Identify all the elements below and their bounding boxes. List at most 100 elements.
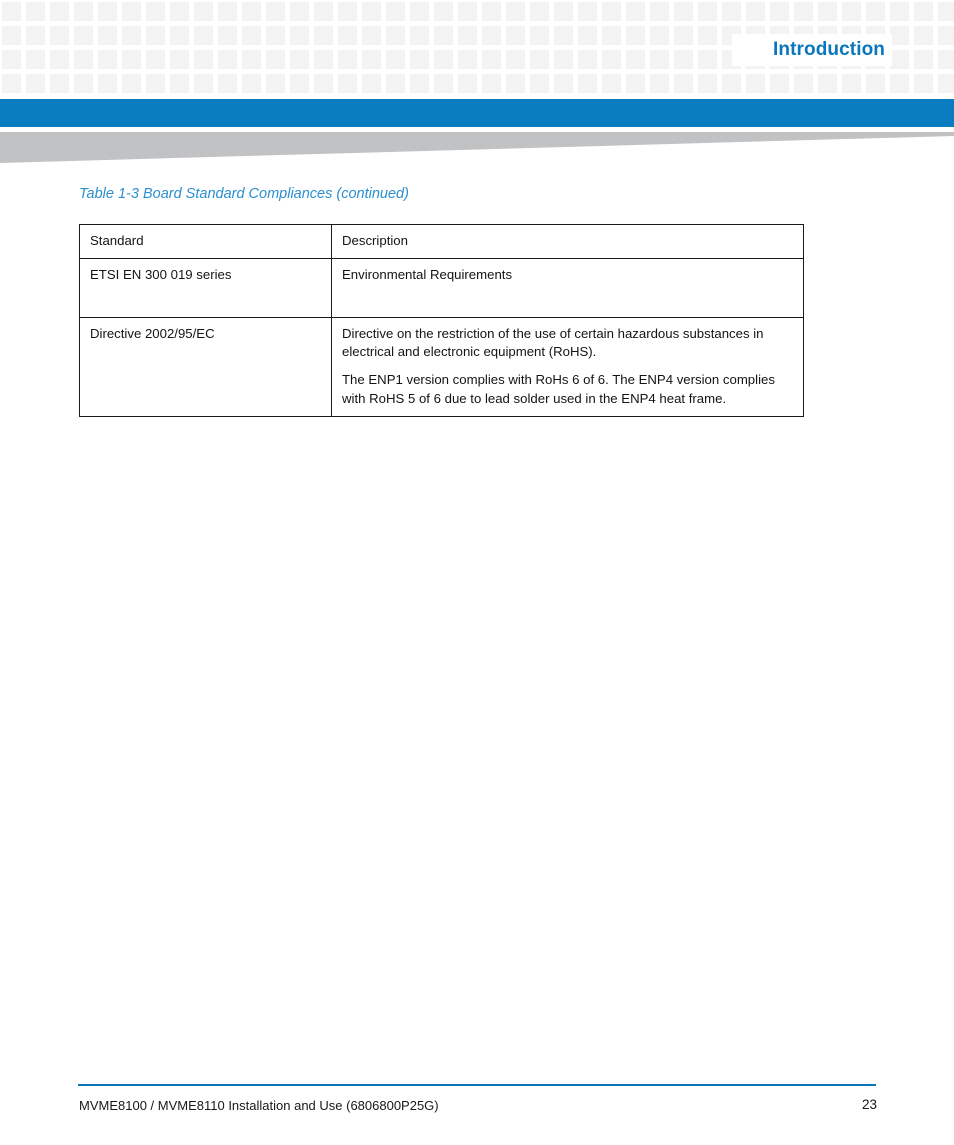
header-square <box>866 2 885 21</box>
header-square <box>650 50 669 69</box>
header-square <box>26 50 45 69</box>
cell-paragraph: The ENP1 version complies with RoHs 6 of… <box>342 372 775 406</box>
header-square <box>314 50 333 69</box>
header-square <box>530 2 549 21</box>
header-square <box>266 2 285 21</box>
header-square <box>2 74 21 93</box>
header-square <box>314 26 333 45</box>
header-square <box>218 2 237 21</box>
cell-paragraph: Environmental Requirements <box>342 266 513 282</box>
header-square <box>170 2 189 21</box>
header-square <box>122 50 141 69</box>
header-square <box>146 26 165 45</box>
header-square <box>98 74 117 93</box>
header-square <box>338 74 357 93</box>
header-square <box>938 50 954 69</box>
table-caption: Table 1-3 Board Standard Compliances (co… <box>79 186 409 202</box>
header-square <box>386 50 405 69</box>
header-square <box>386 74 405 93</box>
header-square <box>338 2 357 21</box>
header-square <box>26 26 45 45</box>
wedge-shape <box>0 132 954 163</box>
header-square <box>770 2 789 21</box>
header-square <box>602 74 621 93</box>
header-square <box>506 74 525 93</box>
header-square <box>578 50 597 69</box>
header-square <box>26 74 45 93</box>
header-square <box>866 74 885 93</box>
header-square <box>746 2 765 21</box>
header-square <box>506 26 525 45</box>
header-square <box>386 2 405 21</box>
header-square <box>314 74 333 93</box>
header-square <box>698 2 717 21</box>
header-square <box>434 2 453 21</box>
header-square <box>290 2 309 21</box>
header-square <box>578 74 597 93</box>
header-square <box>890 2 909 21</box>
header-square <box>50 26 69 45</box>
header-square <box>938 2 954 21</box>
header-square <box>890 74 909 93</box>
header-square <box>842 74 861 93</box>
header-square <box>386 26 405 45</box>
header-square <box>266 74 285 93</box>
header-square <box>290 74 309 93</box>
header-square <box>170 50 189 69</box>
header-square <box>914 2 933 21</box>
footer-page-number: 23 <box>861 1097 877 1112</box>
header-square <box>410 50 429 69</box>
header-square <box>362 50 381 69</box>
header-square <box>506 2 525 21</box>
header-square <box>506 50 525 69</box>
header-square <box>146 74 165 93</box>
header-square <box>170 74 189 93</box>
header-square <box>218 74 237 93</box>
header-square <box>2 2 21 21</box>
header-square <box>482 50 501 69</box>
header-square <box>74 50 93 69</box>
header-square <box>482 2 501 21</box>
header-square <box>242 74 261 93</box>
header-square <box>626 50 645 69</box>
header-square <box>434 50 453 69</box>
header-square <box>266 50 285 69</box>
header-square <box>2 50 21 69</box>
header-square <box>242 26 261 45</box>
header-square <box>146 2 165 21</box>
header-square <box>242 2 261 21</box>
header-square <box>482 74 501 93</box>
header-square <box>362 74 381 93</box>
header-square <box>770 74 789 93</box>
header-square <box>338 26 357 45</box>
header-square <box>338 50 357 69</box>
header-square <box>602 50 621 69</box>
header-square <box>410 74 429 93</box>
footer-rule <box>78 1084 876 1086</box>
header-square <box>626 2 645 21</box>
header-square <box>650 26 669 45</box>
table-header-row: Standard Description <box>79 224 804 259</box>
header-square <box>674 74 693 93</box>
header-square <box>842 2 861 21</box>
header-square <box>266 26 285 45</box>
header-square <box>194 74 213 93</box>
header-square <box>122 2 141 21</box>
page-header: Introduction <box>0 0 954 96</box>
header-square <box>698 50 717 69</box>
header-square <box>458 50 477 69</box>
header-square <box>818 74 837 93</box>
header-square <box>650 2 669 21</box>
header-square <box>218 50 237 69</box>
header-square <box>698 74 717 93</box>
header-square <box>170 26 189 45</box>
header-blue-band <box>0 99 954 127</box>
header-square <box>722 74 741 93</box>
page-title: Introduction <box>772 39 885 60</box>
header-square <box>458 26 477 45</box>
cell-paragraph: Directive on the restriction of the use … <box>342 325 764 360</box>
header-square <box>578 2 597 21</box>
header-square <box>290 50 309 69</box>
header-square <box>50 50 69 69</box>
header-square <box>698 26 717 45</box>
